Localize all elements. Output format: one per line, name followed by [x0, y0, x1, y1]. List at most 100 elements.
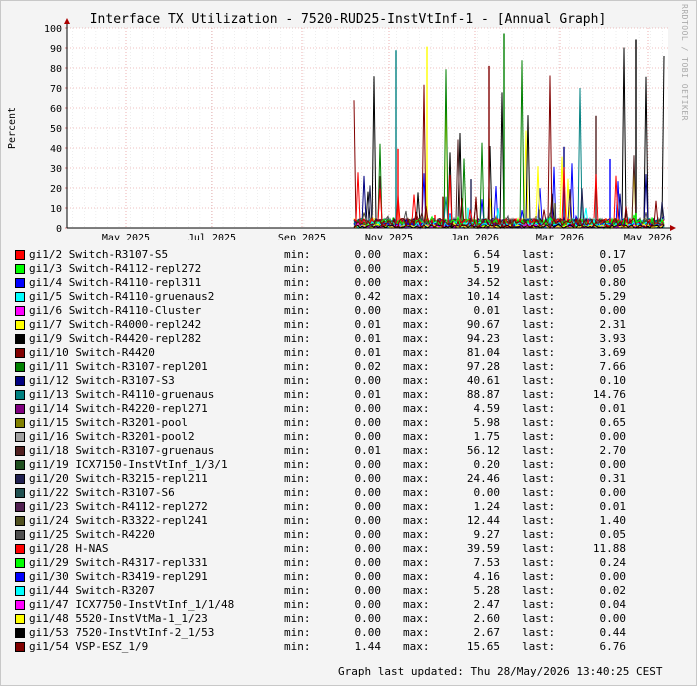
min-label: min: — [284, 626, 311, 639]
max-label: max: — [403, 374, 430, 387]
legend-row: gi1/2 Switch-R3107-S5 min: 0.00 max: 6.54 las… — [15, 248, 685, 262]
legend-row: gi1/14 Switch-R4220-repl271 min: 0.00 max: 4… — [15, 402, 685, 416]
last-value: 0.00 — [599, 430, 627, 443]
max-value: 4.59 — [473, 402, 501, 415]
legend-row: gi1/10 Switch-R4420 min: 0.01 max: 81.04 last… — [15, 346, 685, 360]
min-value: 0.00 — [354, 458, 382, 471]
legend-label: gi1/11 Switch-R3107-repl201 — [29, 360, 208, 373]
max-label: max: — [403, 276, 430, 289]
legend-swatch — [15, 488, 25, 498]
last-value: 0.00 — [599, 570, 627, 583]
legend-swatch — [15, 502, 25, 512]
max-label: max: — [403, 332, 430, 345]
last-value: 0.00 — [599, 612, 627, 625]
legend-label: gi1/7 Switch-R4000-repl242 — [29, 318, 202, 331]
legend-row: gi1/20 Switch-R3215-repl211 min: 0.00 max: 2… — [15, 472, 685, 486]
max-value: 34.52 — [466, 276, 500, 289]
min-label: min: — [284, 458, 311, 471]
x-tick-label: Sep 2025 — [278, 233, 326, 240]
legend-label: gi1/14 Switch-R4220-repl271 — [29, 402, 208, 415]
min-label: min: — [284, 584, 311, 597]
y-ticks: 0 10 20 30 40 50 60 70 80 90 100 — [44, 24, 62, 235]
max-label: max: — [403, 584, 430, 597]
max-value: 9.27 — [473, 528, 501, 541]
y-axis-arrow — [64, 18, 70, 24]
legend-row: gi1/44 Switch-R3207 min: 0.00 max: 5.28 last:… — [15, 584, 685, 598]
last-value: 0.05 — [599, 528, 627, 541]
legend-swatch — [15, 530, 25, 540]
legend-row: gi1/24 Switch-R3322-repl241 min: 0.00 max: 1… — [15, 514, 685, 528]
last-label: last: — [522, 598, 556, 611]
legend-swatch — [15, 390, 25, 400]
min-value: 0.00 — [354, 248, 382, 261]
y-tick-label: 50 — [50, 124, 62, 135]
last-label: last: — [522, 458, 556, 471]
legend-swatch — [15, 292, 25, 302]
min-value: 0.01 — [354, 318, 382, 331]
legend-row: gi1/54 VSP-ESZ_1/9 min: 1.44 max: 15.65 last:… — [15, 640, 685, 654]
last-value: 5.29 — [599, 290, 627, 303]
last-value: 0.04 — [599, 598, 627, 611]
last-label: last: — [522, 584, 556, 597]
min-value: 0.01 — [354, 444, 382, 457]
max-label: max: — [403, 486, 430, 499]
max-value: 7.53 — [473, 556, 501, 569]
legend-swatch — [15, 404, 25, 414]
min-value: 0.00 — [354, 472, 382, 485]
max-label: max: — [403, 388, 430, 401]
legend-row: gi1/22 Switch-R3107-S6 min: 0.00 max: 0.00 la… — [15, 486, 685, 500]
last-label: last: — [522, 318, 556, 331]
chart-title: Interface TX Utilization - 7520-RUD25-In… — [90, 12, 607, 27]
min-label: min: — [284, 276, 311, 289]
last-label: last: — [522, 542, 556, 555]
min-label: min: — [284, 416, 311, 429]
legend-swatch — [15, 278, 25, 288]
last-value: 6.76 — [599, 640, 627, 653]
legend-swatch — [15, 334, 25, 344]
last-value: 0.44 — [599, 626, 627, 639]
y-tick-label: 20 — [50, 184, 62, 195]
last-label: last: — [522, 262, 556, 275]
legend-label: gi1/28 H-NAS — [29, 542, 109, 555]
legend-label: gi1/16 Switch-R3201-pool2 — [29, 430, 195, 443]
legend-swatch — [15, 600, 25, 610]
max-label: max: — [403, 528, 430, 541]
max-value: 5.28 — [473, 584, 501, 597]
min-label: min: — [284, 514, 311, 527]
legend-swatch — [15, 474, 25, 484]
last-value: 11.88 — [592, 542, 626, 555]
min-label: min: — [284, 332, 311, 345]
last-label: last: — [522, 248, 556, 261]
legend-label: gi1/18 Switch-R3107-gruenaus — [29, 444, 215, 457]
last-value: 3.69 — [599, 346, 627, 359]
legend-label: gi1/6 Switch-R4110-Cluster — [29, 304, 202, 317]
max-label: max: — [403, 612, 430, 625]
last-label: last: — [522, 416, 556, 429]
min-label: min: — [284, 556, 311, 569]
max-label: max: — [403, 458, 430, 471]
min-label: min: — [284, 528, 311, 541]
last-updated: Graph last updated: Thu 28/May/2026 13:4… — [338, 665, 663, 678]
legend-swatch — [15, 264, 25, 274]
legend-swatch — [15, 362, 25, 372]
legend-swatch — [15, 628, 25, 638]
min-value: 0.00 — [354, 626, 382, 639]
last-label: last: — [522, 500, 556, 513]
x-tick-label: Jul 2025 — [188, 233, 236, 240]
max-label: max: — [403, 472, 430, 485]
max-value: 5.98 — [473, 416, 501, 429]
y-tick-label: 0 — [56, 224, 62, 235]
x-axis-arrow — [670, 225, 676, 231]
legend-row: gi1/28 H-NAS min: 0.00 max: 39.59 last: 11.88 — [15, 542, 685, 556]
last-value: 3.93 — [599, 332, 627, 345]
last-value: 0.05 — [599, 262, 627, 275]
last-label: last: — [522, 556, 556, 569]
legend-label: gi1/20 Switch-R3215-repl211 — [29, 472, 208, 485]
last-label: last: — [522, 640, 556, 653]
min-label: min: — [284, 402, 311, 415]
last-value: 0.00 — [599, 486, 627, 499]
legend-label: gi1/12 Switch-R3107-S3 — [29, 374, 175, 387]
max-value: 10.14 — [466, 290, 500, 303]
legend-row: gi1/18 Switch-R3107-gruenaus min: 0.01 max:… — [15, 444, 685, 458]
legend-row: gi1/12 Switch-R3107-S3 min: 0.00 max: 40.61 l… — [15, 374, 685, 388]
